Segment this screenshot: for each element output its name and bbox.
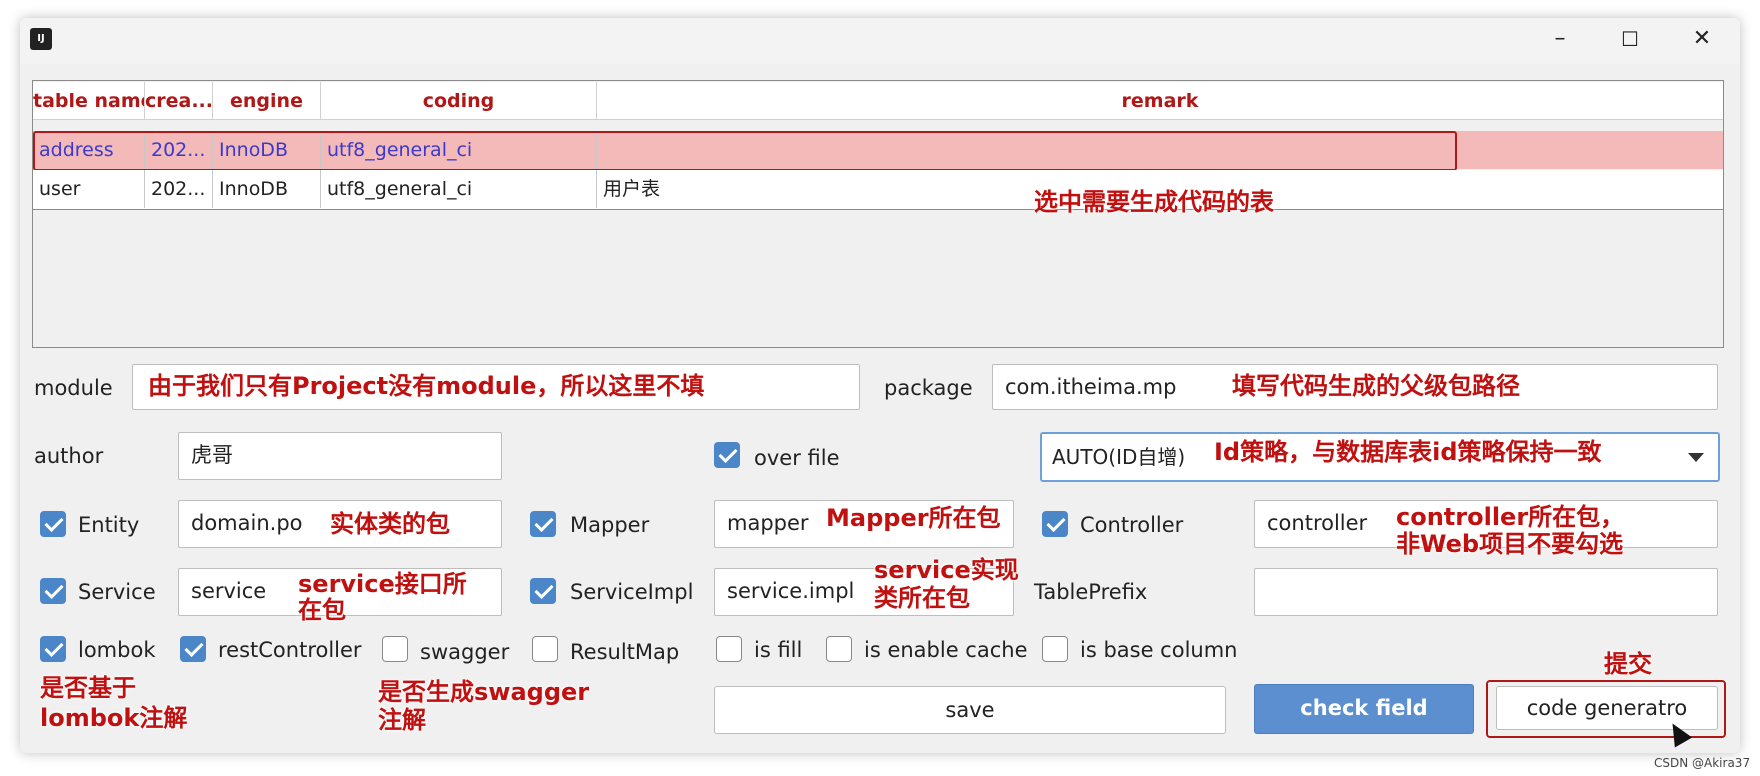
column-header-remark[interactable]: remark (597, 82, 1723, 120)
tableprefix-input[interactable] (1254, 568, 1718, 616)
enable-cache-label: is enable cache (864, 638, 1028, 662)
annotation-serviceimpl-1: service实现 (874, 556, 1019, 584)
annotation-lombok-2: lombok注解 (40, 704, 188, 732)
annotation-package: 填写代码生成的父级包路径 (1232, 372, 1520, 400)
controller-checkbox[interactable] (1042, 511, 1068, 537)
cell-engine: InnoDB (213, 170, 321, 208)
cell-table-name: user (33, 170, 145, 208)
annotation-select-table: 选中需要生成代码的表 (1034, 188, 1274, 216)
title-bar (20, 18, 1740, 64)
controller-label: Controller (1080, 513, 1184, 537)
save-button[interactable]: save (714, 686, 1226, 734)
entity-checkbox[interactable] (40, 511, 66, 537)
check-field-button[interactable]: check field (1254, 684, 1474, 734)
swagger-checkbox[interactable] (382, 636, 408, 662)
resultmap-checkbox[interactable] (532, 636, 558, 662)
table-row[interactable]: user 202... InnoDB utf8_general_ci 用户表 (33, 170, 1723, 210)
restcontroller-checkbox[interactable] (180, 636, 206, 662)
lombok-checkbox[interactable] (40, 636, 66, 662)
annotation-service-1: service接口所 (298, 570, 467, 598)
column-header-created[interactable]: crea... (145, 82, 213, 120)
annotation-mapper: Mapper所在包 (826, 504, 1001, 532)
enable-cache-checkbox[interactable] (826, 636, 852, 662)
is-fill-checkbox[interactable] (716, 636, 742, 662)
restcontroller-label: restController (218, 638, 362, 662)
entity-label: Entity (78, 513, 140, 537)
package-label: package (884, 376, 973, 400)
annotation-submit: 提交 (1604, 650, 1652, 678)
annotation-entity: 实体类的包 (330, 510, 450, 538)
author-label: author (34, 444, 104, 468)
selection-highlight-outline (33, 131, 1457, 171)
is-fill-label: is fill (754, 638, 803, 662)
base-column-checkbox[interactable] (1042, 636, 1068, 662)
maximize-button[interactable]: ☐ (1608, 24, 1652, 54)
mapper-checkbox[interactable] (530, 511, 556, 537)
id-strategy-value: AUTO(ID自增) (1052, 445, 1186, 469)
service-label: Service (78, 580, 156, 604)
annotation-controller-1: controller所在包， (1396, 503, 1625, 531)
base-column-label: is base column (1080, 638, 1238, 662)
chevron-down-icon[interactable] (1688, 453, 1704, 462)
lombok-label: lombok (78, 638, 156, 662)
column-header-engine[interactable]: engine (213, 82, 321, 120)
minimize-button[interactable]: – (1538, 24, 1582, 54)
serviceimpl-label: ServiceImpl (570, 580, 694, 604)
column-header-coding[interactable]: coding (321, 82, 597, 120)
service-checkbox[interactable] (40, 578, 66, 604)
annotation-lombok-1: 是否基于 (40, 674, 136, 702)
annotation-id-strategy: Id策略，与数据库表id策略保持一致 (1214, 438, 1602, 466)
swagger-label: swagger (420, 640, 510, 664)
resultmap-label: ResultMap (570, 640, 680, 664)
over-file-checkbox[interactable] (714, 442, 740, 468)
cell-coding: utf8_general_ci (321, 170, 597, 208)
annotation-swagger-2: 注解 (378, 706, 426, 734)
watermark-text: CSDN @Akira37 (1654, 756, 1751, 770)
annotation-serviceimpl-2: 类所在包 (874, 584, 970, 612)
serviceimpl-checkbox[interactable] (530, 578, 556, 604)
mapper-label: Mapper (570, 513, 650, 537)
annotation-controller-2: 非Web项目不要勾选 (1396, 530, 1624, 558)
module-label: module (34, 376, 113, 400)
annotation-swagger-1: 是否生成swagger (378, 678, 590, 706)
table-list[interactable] (32, 80, 1724, 348)
intellij-app-icon: IJ (28, 26, 52, 50)
annotation-service-2: 在包 (298, 596, 346, 624)
annotation-module: 由于我们只有Project没有module，所以这里不填 (148, 372, 705, 400)
close-button[interactable]: ✕ (1680, 24, 1724, 54)
tableprefix-label: TablePrefix (1034, 580, 1148, 604)
column-header-table-name[interactable]: table name (33, 82, 145, 120)
code-generate-button[interactable]: code generatro (1496, 686, 1718, 730)
cell-created: 202... (145, 170, 213, 208)
over-file-label: over file (754, 446, 840, 470)
author-input[interactable]: 虎哥 (178, 432, 502, 480)
